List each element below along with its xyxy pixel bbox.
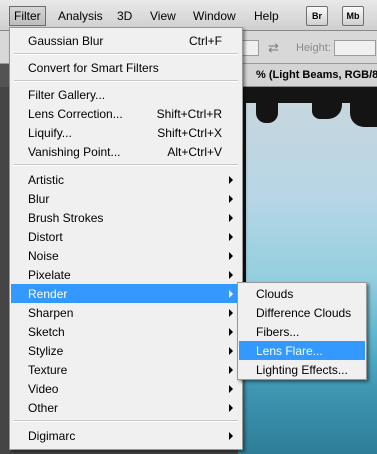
submenu-item-lighting-effects[interactable]: Lighting Effects... <box>239 360 365 379</box>
menu-item-convert-smart-filters[interactable]: Convert for Smart Filters <box>11 58 241 77</box>
submenu-arrow-icon <box>229 347 233 355</box>
width-field[interactable] <box>241 40 259 56</box>
menu-item-digimarc[interactable]: Digimarc <box>11 426 241 445</box>
submenu-item-lens-flare[interactable]: Lens Flare... <box>239 341 365 360</box>
menu-item-other[interactable]: Other <box>11 398 241 417</box>
submenu-item-difference-clouds[interactable]: Difference Clouds <box>239 303 365 322</box>
submenu-arrow-icon <box>229 233 233 241</box>
filter-menu: Gaussian Blur Ctrl+F Convert for Smart F… <box>9 27 243 450</box>
menu-item-video[interactable]: Video <box>11 379 241 398</box>
menu-divider <box>14 80 238 82</box>
menu-item-sharpen[interactable]: Sharpen <box>11 303 241 322</box>
submenu-arrow-icon <box>229 385 233 393</box>
menu-help[interactable]: Help <box>250 7 283 25</box>
menu-item-artistic[interactable]: Artistic <box>11 170 241 189</box>
menu-analysis[interactable]: Analysis <box>54 7 107 25</box>
submenu-arrow-icon <box>229 214 233 222</box>
menu-item-pixelate[interactable]: Pixelate <box>11 265 241 284</box>
menu-item-noise[interactable]: Noise <box>11 246 241 265</box>
menu-filter[interactable]: Filter <box>9 6 46 26</box>
submenu-item-clouds[interactable]: Clouds <box>239 284 365 303</box>
submenu-arrow-icon <box>229 195 233 203</box>
menu-item-gaussian-blur[interactable]: Gaussian Blur Ctrl+F <box>11 31 241 50</box>
submenu-arrow-icon <box>229 404 233 412</box>
swap-dimensions-icon[interactable]: ⇄ <box>268 40 279 56</box>
menu-item-vanishing-point[interactable]: Vanishing Point... Alt+Ctrl+V <box>11 142 241 161</box>
menu-item-sketch[interactable]: Sketch <box>11 322 241 341</box>
submenu-arrow-icon <box>229 309 233 317</box>
menu-3d[interactable]: 3D <box>113 7 136 25</box>
menu-item-lens-correction[interactable]: Lens Correction... Shift+Ctrl+R <box>11 104 241 123</box>
submenu-item-fibers[interactable]: Fibers... <box>239 322 365 341</box>
submenu-arrow-icon <box>229 432 233 440</box>
menu-divider <box>14 420 238 422</box>
submenu-arrow-icon <box>229 366 233 374</box>
submenu-arrow-icon <box>229 328 233 336</box>
menu-divider <box>14 164 238 166</box>
menu-item-brush-strokes[interactable]: Brush Strokes <box>11 208 241 227</box>
submenu-arrow-icon <box>229 176 233 184</box>
menu-item-render[interactable]: Render <box>11 284 241 303</box>
document-tab[interactable]: % (Light Beams, RGB/8) <box>240 64 377 87</box>
document-tab-title: % (Light Beams, RGB/8) <box>256 69 377 81</box>
menu-item-stylize[interactable]: Stylize <box>11 341 241 360</box>
submenu-arrow-icon <box>229 271 233 279</box>
photo-image <box>238 87 377 454</box>
menu-window[interactable]: Window <box>189 7 240 25</box>
menu-item-blur[interactable]: Blur <box>11 189 241 208</box>
menu-item-filter-gallery[interactable]: Filter Gallery... <box>11 85 241 104</box>
render-submenu: Clouds Difference Clouds Fibers... Lens … <box>237 282 367 380</box>
submenu-arrow-icon <box>229 252 233 260</box>
submenu-arrow-icon <box>229 290 233 298</box>
menu-item-distort[interactable]: Distort <box>11 227 241 246</box>
menu-item-liquify[interactable]: Liquify... Shift+Ctrl+X <box>11 123 241 142</box>
menu-divider <box>14 53 238 55</box>
mini-bridge-icon[interactable]: Mb <box>342 6 364 26</box>
menu-view[interactable]: View <box>146 7 180 25</box>
bridge-icon[interactable]: Br <box>306 6 328 26</box>
height-label: Height: <box>296 42 331 54</box>
menu-item-texture[interactable]: Texture <box>11 360 241 379</box>
height-field[interactable] <box>334 40 376 56</box>
